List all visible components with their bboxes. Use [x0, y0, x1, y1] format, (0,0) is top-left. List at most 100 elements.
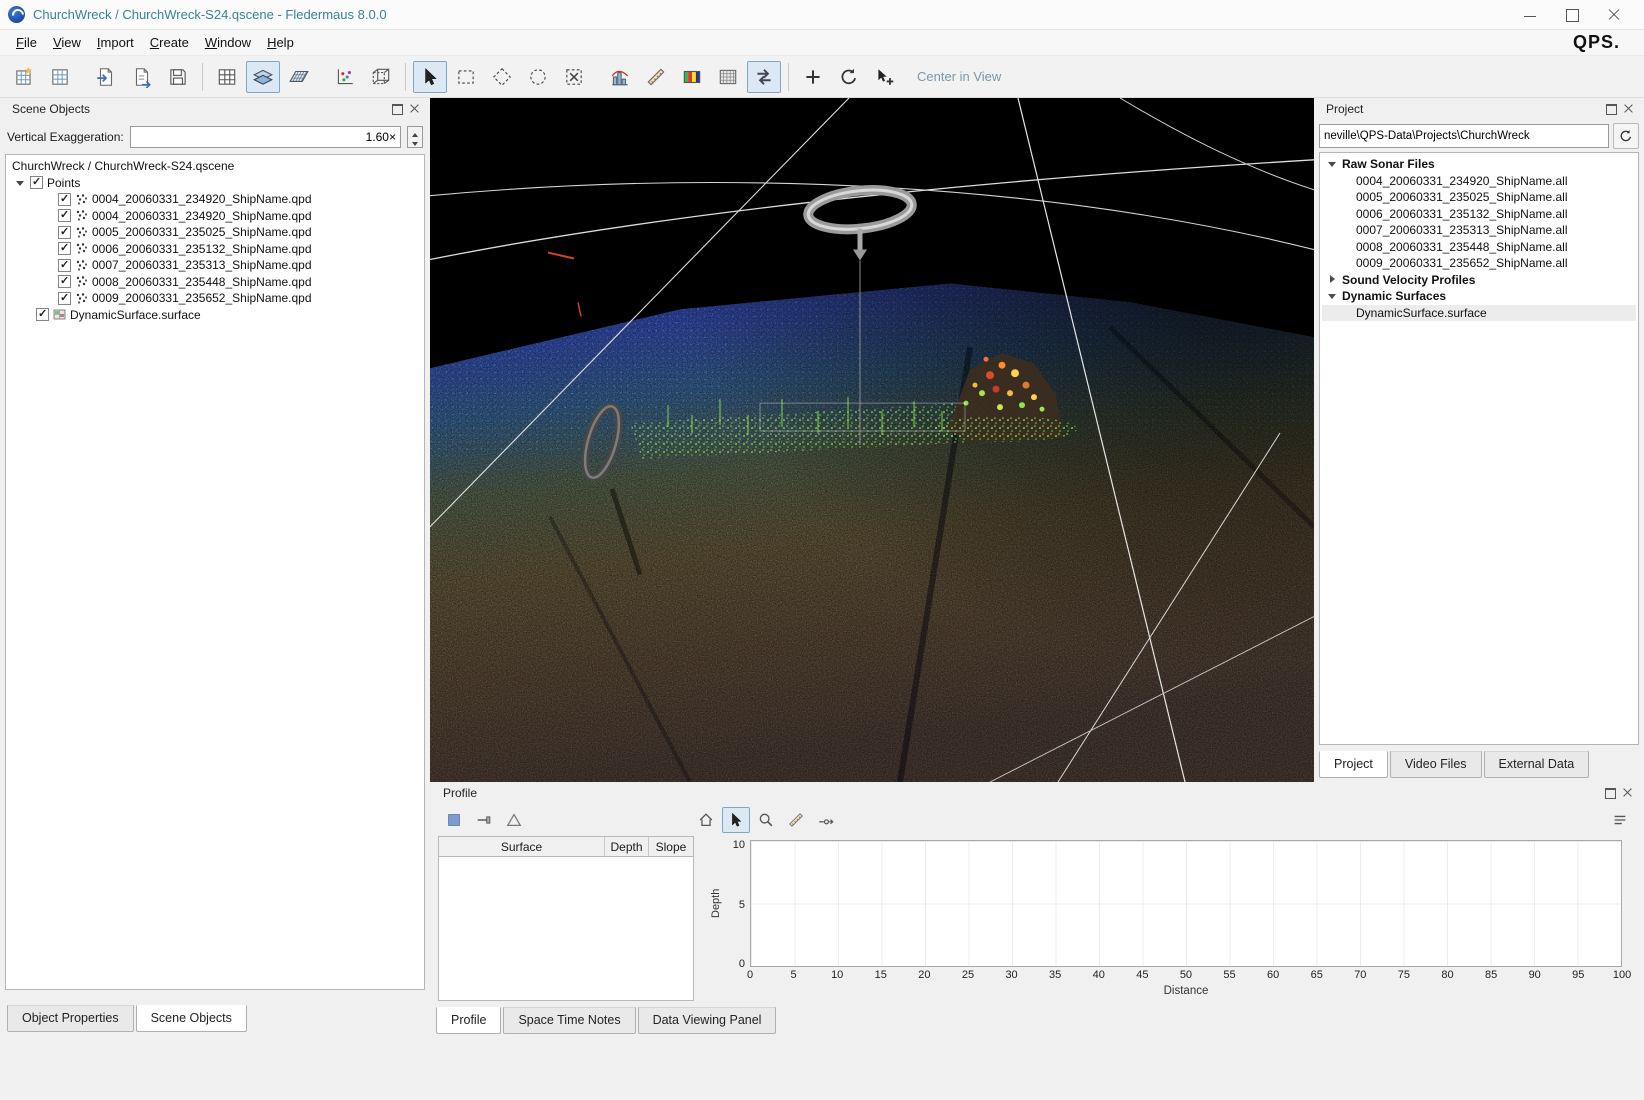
close-button[interactable]: [1606, 7, 1622, 23]
close-panel-icon[interactable]: [1622, 787, 1634, 799]
project-refresh-button[interactable]: [1613, 123, 1639, 149]
point-file-checkbox[interactable]: [58, 193, 71, 206]
profile-measure-button[interactable]: [782, 807, 810, 833]
swap-view-button[interactable]: [747, 61, 781, 93]
add-pointer-button[interactable]: [868, 61, 902, 93]
lasso-select-button[interactable]: [521, 61, 555, 93]
tab-video-files[interactable]: Video Files: [1390, 751, 1482, 778]
point-file-checkbox[interactable]: [58, 226, 71, 239]
vertical-exaggeration-input[interactable]: [130, 126, 401, 148]
float-panel-icon[interactable]: [391, 103, 403, 115]
profile-pointer-button[interactable]: [722, 807, 750, 833]
expander-open-icon[interactable]: [1328, 159, 1338, 169]
tree-item-points-group[interactable]: Points: [8, 175, 422, 192]
stepper-down-icon[interactable]: [408, 137, 422, 147]
project-path-input[interactable]: [1319, 124, 1609, 148]
project-file-item[interactable]: 0008_20060331_235448_ShipName.all: [1322, 239, 1636, 256]
profile-zoom-button[interactable]: [752, 807, 780, 833]
tab-profile[interactable]: Profile: [436, 1007, 501, 1034]
float-panel-icon[interactable]: [1605, 103, 1617, 115]
point-file-checkbox[interactable]: [58, 292, 71, 305]
save-button[interactable]: [161, 61, 195, 93]
menu-view[interactable]: View: [45, 32, 89, 53]
menu-help[interactable]: Help: [259, 32, 302, 53]
project-file-item[interactable]: 0009_20060331_235652_ShipName.all: [1322, 255, 1636, 272]
project-file-item[interactable]: 0005_20060331_235025_ShipName.all: [1322, 189, 1636, 206]
column-depth[interactable]: Depth: [605, 837, 649, 856]
profile-track-points-button[interactable]: [812, 807, 840, 833]
project-file-item[interactable]: 0006_20060331_235132_ShipName.all: [1322, 206, 1636, 223]
bounding-cube-button[interactable]: [364, 61, 398, 93]
export-data-button[interactable]: [125, 61, 159, 93]
menu-file[interactable]: File: [8, 32, 45, 53]
float-panel-icon[interactable]: [1604, 787, 1616, 799]
point-file-checkbox[interactable]: [58, 242, 71, 255]
points-checkbox[interactable]: [30, 176, 43, 189]
group-sound-velocity-profiles[interactable]: Sound Velocity Profiles: [1322, 272, 1636, 289]
rect-select-button[interactable]: [449, 61, 483, 93]
profile-line-width-button[interactable]: [470, 807, 498, 833]
expander-open-icon[interactable]: [16, 178, 26, 188]
tree-item-point-file[interactable]: 0008_20060331_235448_ShipName.qpd: [8, 274, 422, 291]
clear-selection-button[interactable]: [557, 61, 591, 93]
tree-item-dynamic-surface[interactable]: DynamicSurface.surface: [8, 307, 422, 324]
select-pointer-button[interactable]: [413, 61, 447, 93]
close-panel-icon[interactable]: [409, 103, 421, 115]
tree-item-point-file[interactable]: 0004_20060331_234920_ShipName.qpd: [8, 191, 422, 208]
tree-item-point-file[interactable]: 0009_20060331_235652_ShipName.qpd: [8, 290, 422, 307]
plot-area[interactable]: [750, 840, 1622, 967]
measure-button[interactable]: [639, 61, 673, 93]
profile-color-swatch-button[interactable]: [440, 807, 468, 833]
tab-space-time-notes[interactable]: Space Time Notes: [503, 1007, 635, 1034]
tab-external-data[interactable]: External Data: [1484, 751, 1590, 778]
close-panel-icon[interactable]: [1623, 103, 1635, 115]
tree-item-point-file[interactable]: 0006_20060331_235132_ShipName.qpd: [8, 241, 422, 258]
profile-surface-table[interactable]: Surface Depth Slope: [438, 836, 694, 1001]
table-view-button[interactable]: [210, 61, 244, 93]
group-raw-sonar-files[interactable]: Raw Sonar Files: [1322, 156, 1636, 173]
group-dynamic-surfaces[interactable]: Dynamic Surfaces: [1322, 288, 1636, 305]
point-cloud-button[interactable]: [328, 61, 362, 93]
surfaces-view-button[interactable]: [246, 61, 280, 93]
open-scene-button[interactable]: [43, 61, 77, 93]
column-slope[interactable]: Slope: [649, 837, 693, 856]
add-button[interactable]: [796, 61, 830, 93]
point-file-checkbox[interactable]: [58, 259, 71, 272]
tree-root-item[interactable]: ChurchWreck / ChurchWreck-S24.qscene: [8, 158, 422, 175]
menu-window[interactable]: Window: [197, 32, 259, 53]
tab-object-properties[interactable]: Object Properties: [7, 1005, 134, 1032]
project-file-item[interactable]: 0004_20060331_234920_ShipName.all: [1322, 173, 1636, 190]
3d-viewport[interactable]: [430, 98, 1314, 782]
stepper-up-icon[interactable]: [408, 127, 422, 137]
maximize-button[interactable]: [1564, 7, 1580, 23]
expander-closed-icon[interactable]: [1328, 275, 1338, 285]
colormap-button[interactable]: [675, 61, 709, 93]
shading-grid-button[interactable]: [711, 61, 745, 93]
surface-checkbox[interactable]: [36, 308, 49, 321]
project-file-item-selected[interactable]: DynamicSurface.surface: [1322, 305, 1636, 322]
profile-chart-menu-button[interactable]: [1606, 807, 1634, 833]
mesh-view-button[interactable]: [282, 61, 316, 93]
tab-data-viewing-panel[interactable]: Data Viewing Panel: [638, 1007, 777, 1034]
menu-create[interactable]: Create: [142, 32, 197, 53]
point-file-checkbox[interactable]: [58, 209, 71, 222]
expander-open-icon[interactable]: [1328, 291, 1338, 301]
project-file-item[interactable]: 0007_20060331_235313_ShipName.all: [1322, 222, 1636, 239]
vertical-exaggeration-stepper[interactable]: [407, 126, 423, 148]
minimize-button[interactable]: [1522, 7, 1538, 23]
tree-item-point-file[interactable]: 0005_20060331_235025_ShipName.qpd: [8, 224, 422, 241]
profile-home-button[interactable]: [692, 807, 720, 833]
tree-item-point-file[interactable]: 0004_20060331_234920_ShipName.qpd: [8, 208, 422, 225]
refresh-button[interactable]: [832, 61, 866, 93]
tab-scene-objects[interactable]: Scene Objects: [136, 1005, 247, 1032]
profile-triangle-button[interactable]: [500, 807, 528, 833]
column-surface[interactable]: Surface: [439, 837, 605, 856]
tab-project[interactable]: Project: [1319, 751, 1388, 778]
menu-import[interactable]: Import: [89, 32, 142, 53]
point-file-checkbox[interactable]: [58, 275, 71, 288]
histogram-button[interactable]: [603, 61, 637, 93]
diamond-select-button[interactable]: [485, 61, 519, 93]
import-data-button[interactable]: [89, 61, 123, 93]
new-scene-button[interactable]: [7, 61, 41, 93]
tree-item-point-file[interactable]: 0007_20060331_235313_ShipName.qpd: [8, 257, 422, 274]
